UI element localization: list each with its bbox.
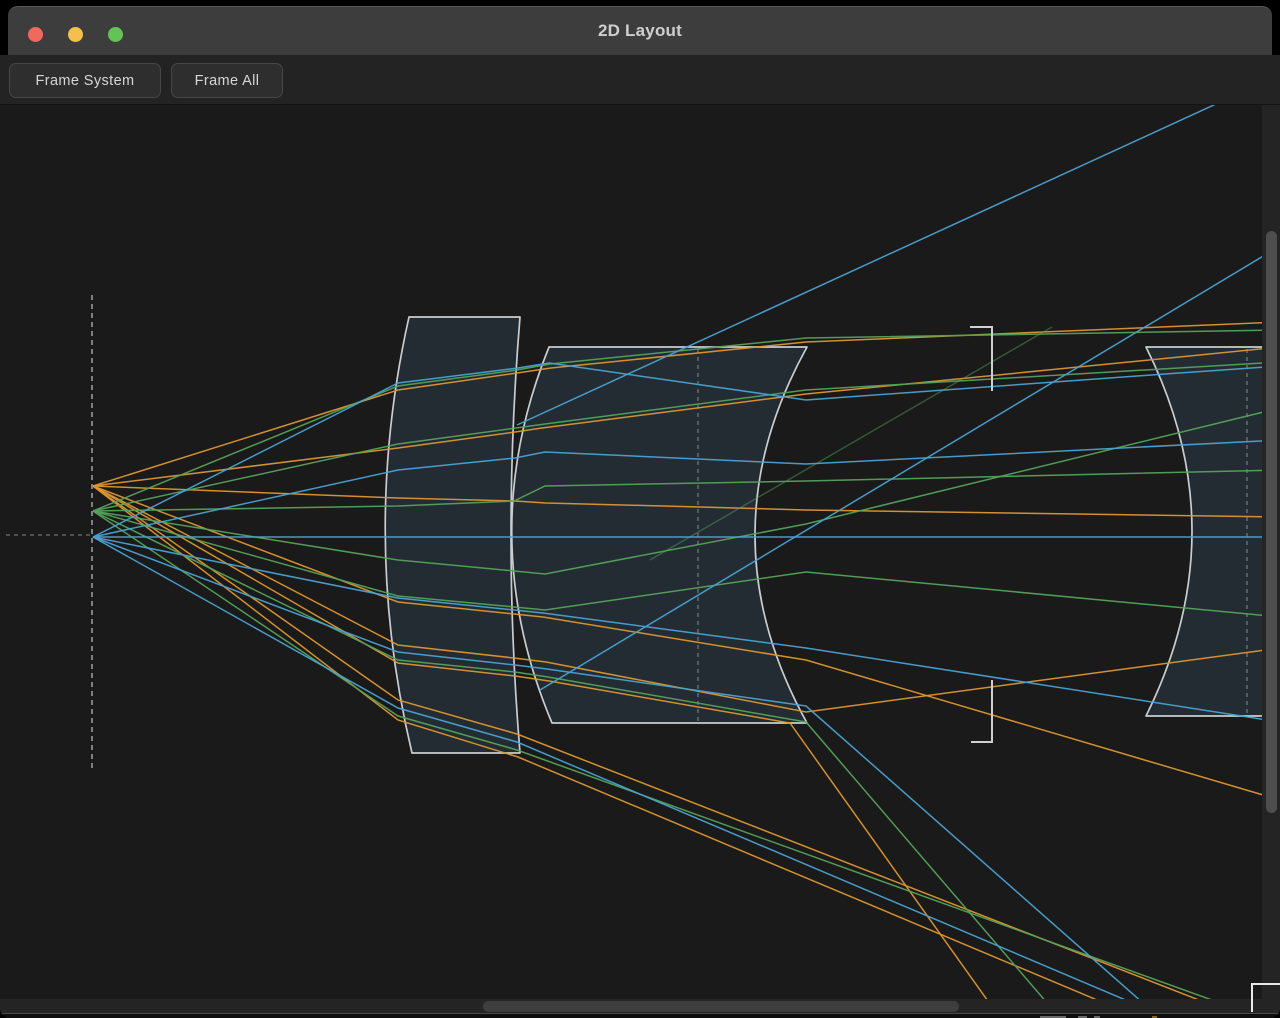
lens-3 (1146, 347, 1280, 716)
lens-2 (512, 347, 807, 723)
resize-corner-handle[interactable] (1251, 983, 1280, 1012)
horizontal-scrollbar-thumb[interactable] (483, 1001, 959, 1012)
stop-top (970, 327, 992, 391)
window-bottom-edge (0, 1013, 1280, 1018)
app-window: 2D Layout Frame System Frame All (0, 0, 1280, 1018)
layout-canvas[interactable] (0, 105, 1280, 1018)
toolbar: Frame System Frame All (0, 55, 1280, 105)
frame-all-button[interactable]: Frame All (171, 63, 283, 98)
window-title: 2D Layout (8, 6, 1272, 55)
vertical-scrollbar-track[interactable] (1262, 105, 1280, 1000)
optical-layout-plot (0, 105, 1280, 1018)
title-bar[interactable]: 2D Layout (8, 6, 1272, 55)
ray-blue (517, 105, 1216, 425)
horizontal-scrollbar-track[interactable] (0, 999, 1280, 1014)
frame-system-button[interactable]: Frame System (9, 63, 161, 98)
vertical-scrollbar-thumb[interactable] (1266, 231, 1277, 813)
